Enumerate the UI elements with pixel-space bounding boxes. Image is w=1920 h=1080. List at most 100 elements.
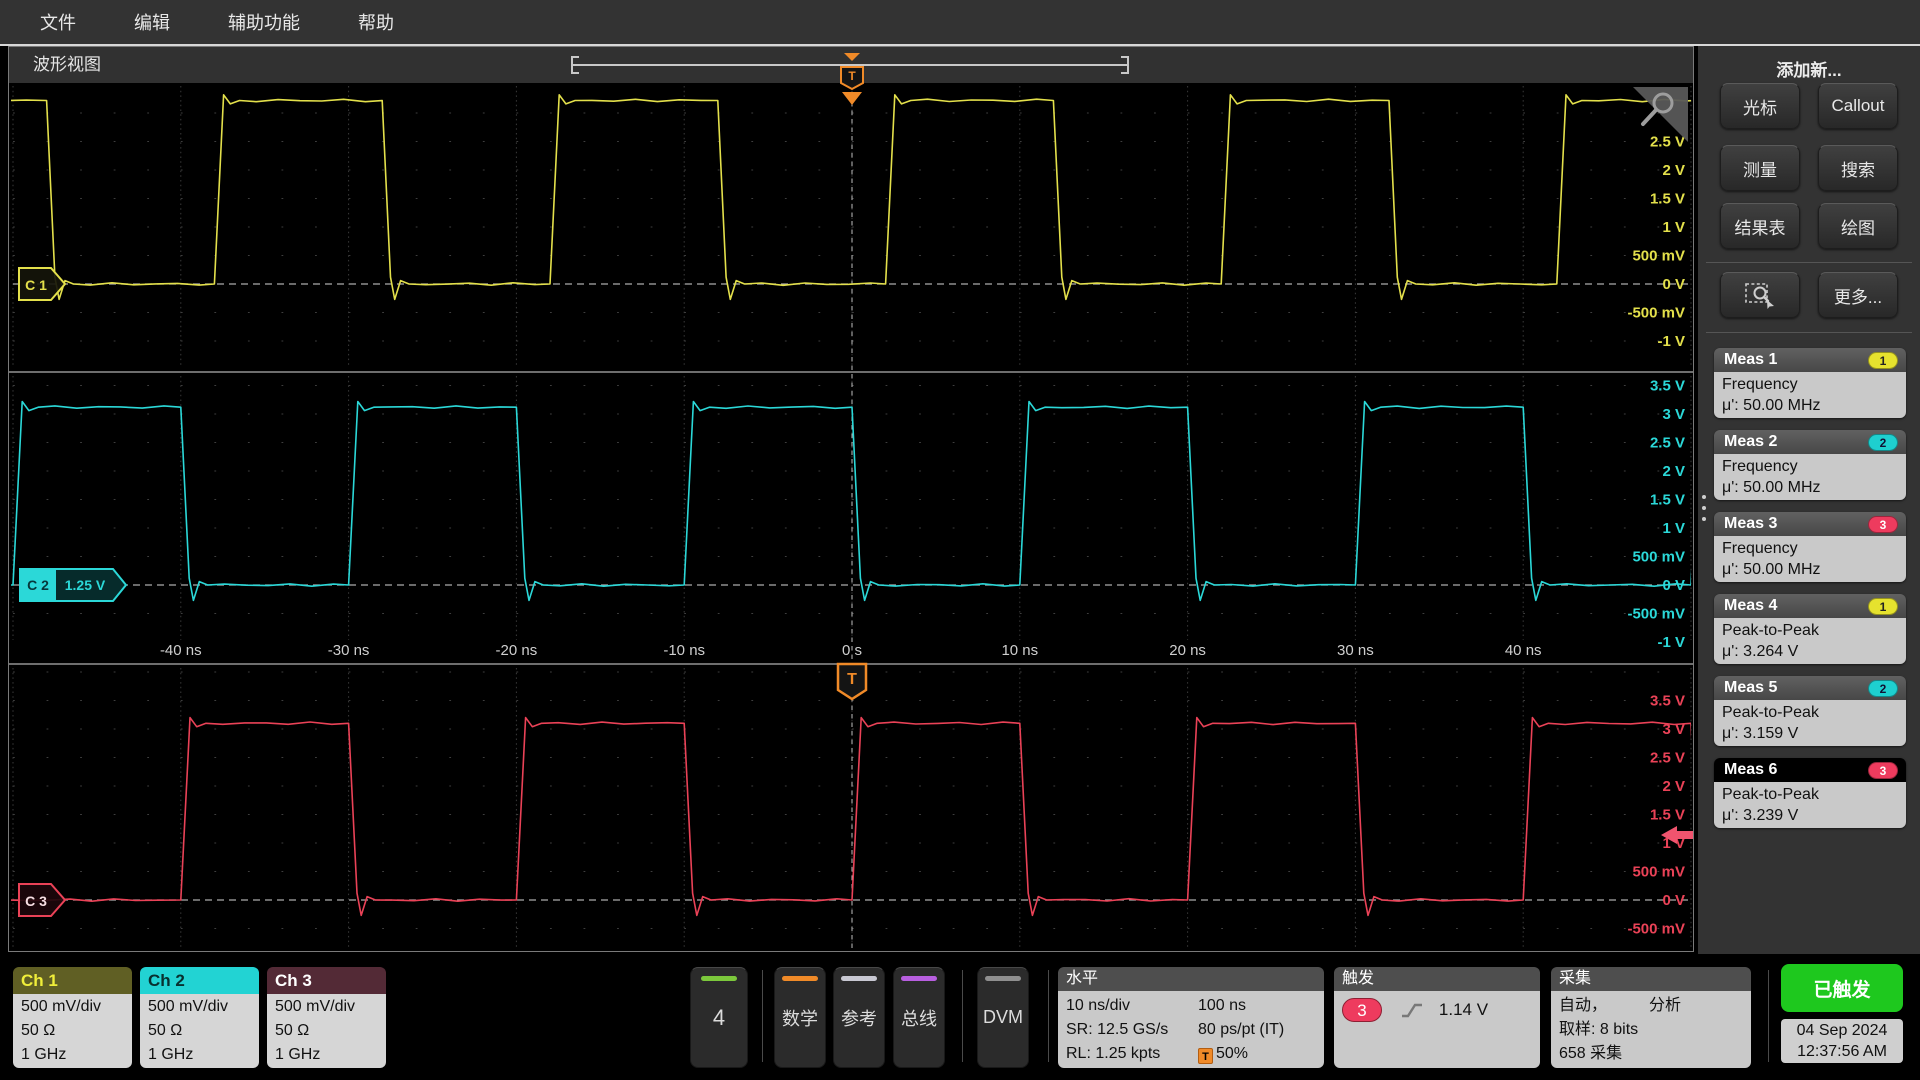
dvm-button[interactable]: DVM — [977, 967, 1029, 1068]
ref-label: 参考 — [841, 1008, 877, 1029]
channel-2-card[interactable]: Ch 2 500 mV/div 50 Ω 1 GHz — [140, 967, 259, 1068]
meas-5-source-badge: 2 — [1868, 680, 1898, 697]
bus-button[interactable]: 总线 — [893, 967, 945, 1068]
channel-1-card[interactable]: Ch 1 500 mV/div 50 Ω 1 GHz — [13, 967, 132, 1068]
time-text: 12:37:56 AM — [1797, 1043, 1887, 1060]
meas-6-value: μ': 3.239 V — [1722, 807, 1799, 824]
meas-5-type: Peak-to-Peak — [1722, 704, 1819, 721]
y-axis-label-ch1: 2.5 V — [1650, 134, 1685, 151]
menu-utility[interactable]: 辅助功能 — [228, 9, 300, 35]
y-axis-label-ch1: -1 V — [1657, 333, 1685, 350]
y-axis-label-ch2: 1.5 V — [1650, 492, 1685, 509]
meas-3-card[interactable]: Meas 3 3 Frequency μ': 50.00 MHz — [1714, 512, 1906, 582]
channel-3-bandwidth: 1 GHz — [275, 1046, 321, 1063]
trigger-source-badge: 3 — [1342, 998, 1382, 1022]
right-panel: 添加新... 光标 Callout 测量 搜索 结果表 绘图 更多... Mea… — [1698, 46, 1920, 954]
y-axis-label-ch1: 2 V — [1662, 162, 1685, 179]
date-text: 04 Sep 2024 — [1796, 1022, 1888, 1039]
menu-file[interactable]: 文件 — [40, 9, 76, 35]
record-length: RL: 1.25 kpts — [1066, 1045, 1161, 1062]
zoom-select-button[interactable] — [1720, 272, 1800, 318]
y-axis-label-ch1: 0 V — [1662, 276, 1685, 293]
acquisition-panel[interactable]: 采集 自动， 分析 取样: 8 bits 658 采集 — [1551, 967, 1751, 1068]
trigger-top-arrow-icon[interactable] — [844, 53, 860, 61]
x-axis-label: 10 ns — [1001, 642, 1038, 659]
waveform-plot[interactable]: -40 ns -30 ns -20 ns -10 ns 0 s 10 ns 20 ns 30 … — [9, 47, 1693, 951]
oscilloscope-app: 文件 编辑 辅助功能 帮助 波形视图 -40 ns -30 ns -20 ns -10… — [0, 0, 1920, 1080]
channel-2-name: Ch 2 — [140, 967, 259, 994]
meas-1-name: Meas 1 — [1724, 351, 1778, 368]
meas-3-source-badge: 3 — [1868, 516, 1898, 533]
horizontal-panel[interactable]: 水平 10 ns/div 100 ns SR: 12.5 GS/s 80 ps/pt… — [1058, 967, 1324, 1068]
waveform-view: 波形视图 -40 ns -30 ns -20 ns -10 ns 0 s 10 ns 20 … — [8, 46, 1694, 952]
y-axis-label-ch2: -1 V — [1657, 634, 1685, 651]
menu-bar: 文件 编辑 辅助功能 帮助 — [0, 0, 1920, 44]
menu-help[interactable]: 帮助 — [358, 9, 394, 35]
meas-4-card[interactable]: Meas 4 1 Peak-to-Peak μ': 3.264 V — [1714, 594, 1906, 664]
slice-divider — [9, 371, 1693, 373]
meas-1-type: Frequency — [1722, 376, 1798, 393]
meas-1-source-badge: 1 — [1868, 352, 1898, 369]
channel-3-card[interactable]: Ch 3 500 mV/div 50 Ω 1 GHz — [267, 967, 386, 1068]
meas-6-card[interactable]: Meas 6 3 Peak-to-Peak μ': 3.239 V — [1714, 758, 1906, 828]
x-axis-label: -30 ns — [328, 642, 370, 659]
y-axis-label-ch3: 3 V — [1662, 721, 1685, 738]
bus-color-stripe — [901, 976, 937, 981]
meas-6-source-badge: 3 — [1868, 762, 1898, 779]
trigger-top-badge-label: T — [848, 69, 856, 83]
x-axis-label: -40 ns — [160, 642, 202, 659]
ref-button[interactable]: 参考 — [833, 967, 885, 1068]
meas-5-name: Meas 5 — [1724, 679, 1778, 696]
meas-4-source-badge: 1 — [1868, 598, 1898, 615]
meas-2-source-badge: 2 — [1868, 434, 1898, 451]
channel-2-bandwidth: 1 GHz — [148, 1046, 194, 1063]
y-axis-label-ch2: 2 V — [1662, 463, 1685, 480]
measure-button[interactable]: 测量 — [1720, 145, 1800, 191]
search-button[interactable]: 搜索 — [1818, 145, 1898, 191]
meas-6-type: Peak-to-Peak — [1722, 786, 1819, 803]
y-axis-label-ch2: 1 V — [1662, 520, 1685, 537]
meas-4-type: Peak-to-Peak — [1722, 622, 1819, 639]
more-button[interactable]: 更多... — [1818, 272, 1898, 318]
channel-1-badge-label: C 1 — [25, 277, 47, 293]
acquisition-analyze: 分析 — [1649, 997, 1682, 1014]
channel-3-badge-label: C 3 — [25, 893, 47, 909]
math-label: 数学 — [782, 1008, 818, 1029]
resolution: 80 ps/pt (IT) — [1198, 1021, 1285, 1038]
channel-1-impedance: 50 Ω — [21, 1022, 56, 1039]
horizontal-window: 100 ns — [1198, 997, 1247, 1014]
math-button[interactable]: 数学 — [774, 967, 826, 1068]
y-axis-label-ch3: -500 mV — [1627, 921, 1685, 938]
callout-button[interactable]: Callout — [1818, 83, 1898, 129]
results-table-button[interactable]: 结果表 — [1720, 203, 1800, 249]
bus-label: 总线 — [901, 1008, 937, 1029]
meas-6-name: Meas 6 — [1724, 761, 1778, 778]
y-axis-label-ch2: 500 mV — [1632, 549, 1685, 566]
y-axis-label-ch2: 0 V — [1662, 577, 1685, 594]
trigger-panel[interactable]: 触发 3 1.14 V — [1334, 967, 1540, 1068]
meas-4-name: Meas 4 — [1724, 597, 1778, 614]
channel-2-impedance: 50 Ω — [148, 1022, 183, 1039]
panel-drag-handle[interactable] — [1699, 488, 1708, 528]
menu-edit[interactable]: 编辑 — [134, 9, 170, 35]
y-axis-label-ch2: 3.5 V — [1650, 378, 1685, 395]
cursor-button[interactable]: 光标 — [1720, 83, 1800, 129]
channel-4-color-stripe — [701, 976, 737, 981]
y-axis-label-ch3: 0 V — [1662, 892, 1685, 909]
meas-5-card[interactable]: Meas 5 2 Peak-to-Peak μ': 3.159 V — [1714, 676, 1906, 746]
channel-1-bandwidth: 1 GHz — [21, 1046, 67, 1063]
separator — [762, 970, 763, 1062]
channel-4-label: 4 — [712, 1004, 726, 1030]
y-axis-label-ch3: 3.5 V — [1650, 693, 1685, 710]
y-axis-label-ch1: 1.5 V — [1650, 191, 1685, 208]
plot-button[interactable]: 绘图 — [1818, 203, 1898, 249]
acquisition-sampling: 取样: 8 bits — [1559, 1021, 1639, 1038]
panel-divider — [1706, 262, 1912, 263]
meas-3-name: Meas 3 — [1724, 515, 1778, 532]
meas-1-card[interactable]: Meas 1 1 Frequency μ': 50.00 MHz — [1714, 348, 1906, 418]
channel-4-button[interactable]: 4 — [690, 967, 748, 1068]
x-axis-label: 30 ns — [1337, 642, 1374, 659]
meas-2-type: Frequency — [1722, 458, 1798, 475]
y-axis-label-ch1: 500 mV — [1632, 248, 1685, 265]
meas-2-card[interactable]: Meas 2 2 Frequency μ': 50.00 MHz — [1714, 430, 1906, 500]
